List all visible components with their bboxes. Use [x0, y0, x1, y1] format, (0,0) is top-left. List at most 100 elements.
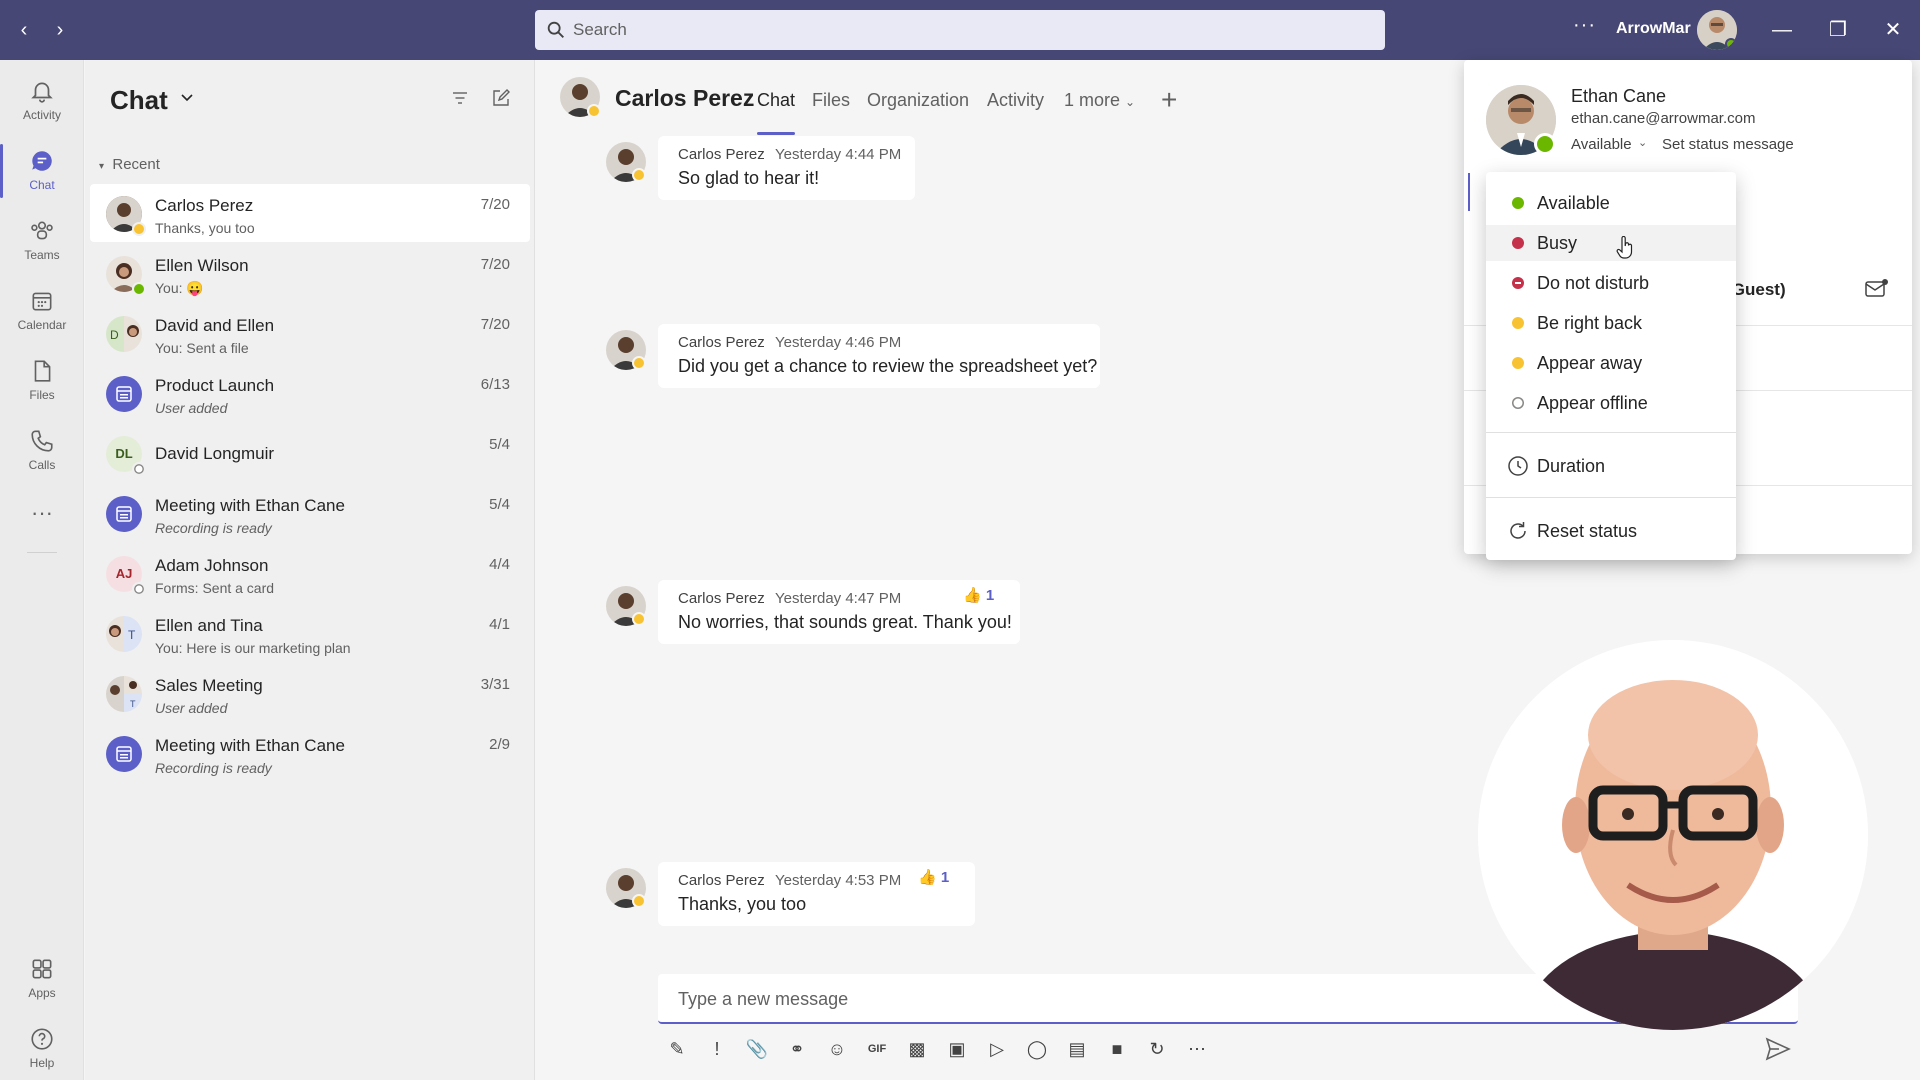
- chat-list-item[interactable]: D David and Ellen You: Sent a file 7/20: [90, 304, 530, 362]
- rail-label: Calendar: [17, 318, 67, 332]
- emoji-icon[interactable]: ☺: [824, 1036, 850, 1062]
- chat-date: 5/4: [489, 496, 510, 513]
- chat-date: 6/13: [480, 376, 510, 393]
- forward-arrow-icon[interactable]: ›: [46, 16, 74, 44]
- close-icon[interactable]: ✕: [1877, 14, 1909, 46]
- duration-option[interactable]: Duration: [1486, 448, 1736, 484]
- status-option-be-right-back[interactable]: Be right back: [1486, 305, 1736, 341]
- rail-item-files[interactable]: Files: [0, 348, 84, 414]
- status-option-appear-offline[interactable]: Appear offline: [1486, 385, 1736, 421]
- meeting-avatar: [106, 376, 142, 412]
- chat-preview: User added: [155, 400, 228, 416]
- chevron-down-icon[interactable]: [177, 88, 197, 108]
- mail-notification-icon[interactable]: [1864, 277, 1890, 299]
- status-option-available[interactable]: Available: [1486, 185, 1736, 221]
- calendar-icon: [116, 746, 132, 762]
- rail-item-chat[interactable]: Chat: [0, 138, 84, 204]
- add-tab-icon[interactable]: +: [1161, 84, 1177, 116]
- schedule-meeting-icon[interactable]: ▣: [944, 1036, 970, 1062]
- recent-label: Recent: [112, 156, 160, 173]
- message-time: Yesterday 4:46 PM: [775, 334, 902, 351]
- message-bubble[interactable]: Carlos Perez Yesterday 4:47 PM 👍 1 No wo…: [658, 580, 1020, 644]
- meeting-avatar: [106, 496, 142, 532]
- tab-more-label: 1 more: [1064, 90, 1121, 110]
- new-chat-icon[interactable]: [490, 87, 512, 109]
- back-arrow-icon[interactable]: ‹: [10, 16, 38, 44]
- message-bubble[interactable]: Carlos Perez Yesterday 4:44 PM So glad t…: [658, 136, 915, 200]
- calendar-icon: [116, 386, 132, 402]
- chat-list-item[interactable]: Product Launch User added 6/13: [90, 364, 530, 422]
- rail-label: Teams: [24, 248, 60, 262]
- stream-icon[interactable]: ▷: [984, 1036, 1010, 1062]
- chat-name: Ellen and Tina: [155, 616, 263, 635]
- chat-list-item[interactable]: T Ellen and Tina You: Here is our market…: [90, 604, 530, 662]
- reset-icon: [1510, 522, 1526, 539]
- message-bubble[interactable]: Carlos Perez Yesterday 4:53 PM 👍 1 Thank…: [658, 862, 975, 926]
- chat-date: 2/9: [489, 736, 510, 753]
- approvals-icon[interactable]: ▤: [1064, 1036, 1090, 1062]
- format-icon[interactable]: ✎: [664, 1036, 690, 1062]
- minimize-icon[interactable]: —: [1766, 14, 1798, 46]
- more-options-icon[interactable]: ···: [1573, 14, 1596, 37]
- chat-list-item[interactable]: DL David Longmuir 5/4: [90, 424, 530, 482]
- chat-icon: [32, 151, 52, 171]
- chat-list-item[interactable]: Ellen Wilson You: 😛 7/20: [90, 244, 530, 302]
- rail-item-teams[interactable]: Teams: [0, 208, 84, 274]
- tab-more[interactable]: 1 more ⌄: [1064, 90, 1135, 111]
- send-icon[interactable]: [1764, 1036, 1792, 1062]
- attach-icon[interactable]: 📎: [744, 1036, 770, 1062]
- chat-list-item[interactable]: Carlos Perez Thanks, you too 7/20: [90, 184, 530, 242]
- status-selector[interactable]: Available: [1571, 136, 1632, 153]
- gif-icon[interactable]: GIF: [864, 1036, 890, 1062]
- praise-icon[interactable]: ◯: [1024, 1036, 1050, 1062]
- app-rail: Activity Chat Teams Calendar Files Calls…: [0, 60, 84, 1080]
- tab-chat[interactable]: Chat: [757, 90, 795, 111]
- profile-avatar[interactable]: [1697, 10, 1737, 50]
- presence-available-icon: [1534, 133, 1556, 155]
- rail-item-help[interactable]: Help: [0, 1016, 84, 1080]
- chat-date: 3/31: [480, 676, 510, 693]
- chat-list-item[interactable]: Meeting with Ethan Cane Recording is rea…: [90, 484, 530, 542]
- status-option-do-not-disturb[interactable]: Do not disturb: [1486, 265, 1736, 301]
- reaction-badge[interactable]: 👍 1: [918, 868, 949, 886]
- message-sender: Carlos Perez: [678, 590, 765, 607]
- more-options-icon[interactable]: ⋯: [1184, 1036, 1210, 1062]
- rail-item-calls[interactable]: Calls: [0, 418, 84, 484]
- chat-list-item[interactable]: AJ Adam Johnson Forms: Sent a card 4/4: [90, 544, 530, 602]
- rail-label: Apps: [28, 986, 56, 1000]
- profile-email: ethan.cane@arrowmar.com: [1571, 110, 1756, 127]
- presence-away-icon: [1512, 357, 1524, 369]
- message-text: Did you get a chance to review the sprea…: [678, 356, 1098, 376]
- chat-list-item[interactable]: Meeting with Ethan Cane Recording is rea…: [90, 724, 530, 782]
- rail-item-apps[interactable]: Apps: [0, 946, 84, 1012]
- search-icon: [547, 21, 564, 38]
- forms-icon[interactable]: ■: [1104, 1036, 1130, 1062]
- rail-item-calendar[interactable]: Calendar: [0, 278, 84, 344]
- filter-icon[interactable]: [450, 88, 470, 108]
- group-avatar: T: [106, 676, 142, 712]
- priority-icon[interactable]: !: [704, 1036, 730, 1062]
- tab-files[interactable]: Files: [812, 90, 850, 111]
- set-status-message-link[interactable]: Set status message: [1662, 136, 1794, 153]
- svg-text:T: T: [128, 628, 136, 642]
- search-placeholder: Search: [573, 20, 627, 39]
- rail-more-icon[interactable]: ···: [0, 498, 84, 538]
- status-option-label: Be right back: [1537, 313, 1643, 333]
- presence-dnd-icon: [1512, 277, 1524, 289]
- message-bubble[interactable]: Carlos Perez Yesterday 4:46 PM Did you g…: [658, 324, 1100, 388]
- search-input[interactable]: Search: [535, 10, 1385, 50]
- tab-organization[interactable]: Organization: [867, 90, 969, 111]
- maximize-icon[interactable]: ❐: [1822, 14, 1854, 46]
- tab-activity[interactable]: Activity: [987, 90, 1044, 111]
- recent-section-header[interactable]: ▾ Recent: [99, 156, 160, 173]
- status-option-appear-away[interactable]: Appear away: [1486, 345, 1736, 381]
- reset-status-option[interactable]: Reset status: [1486, 513, 1736, 549]
- reaction-badge[interactable]: 👍 1: [963, 586, 994, 604]
- rail-item-activity[interactable]: Activity: [0, 68, 84, 134]
- chevron-down-icon: ⌄: [1125, 95, 1136, 109]
- status-option-busy[interactable]: Busy: [1486, 225, 1736, 261]
- chat-list-item[interactable]: T Sales Meeting User added 3/31: [90, 664, 530, 722]
- sticker-icon[interactable]: ▩: [904, 1036, 930, 1062]
- updates-icon[interactable]: ↻: [1144, 1036, 1170, 1062]
- loop-icon[interactable]: ⚭: [784, 1036, 810, 1062]
